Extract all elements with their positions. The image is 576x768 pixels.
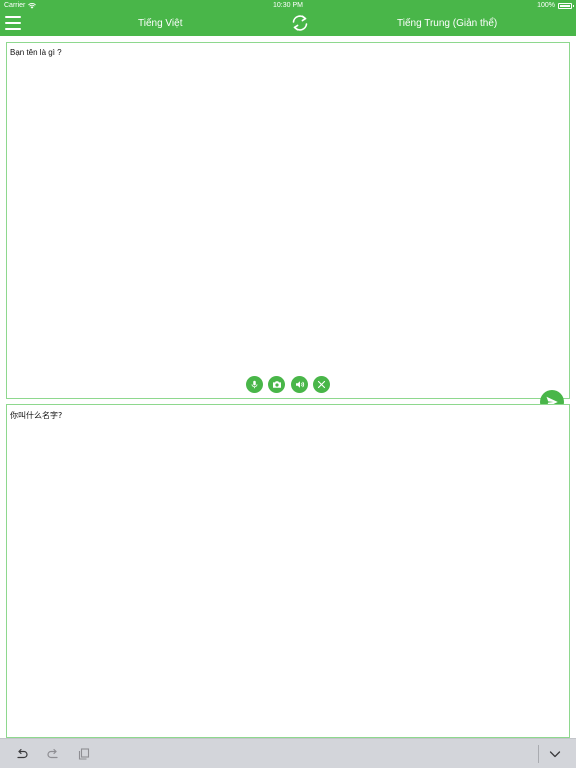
battery-group: 100% [537,2,574,9]
battery-icon [558,2,574,9]
menu-button[interactable] [5,15,23,31]
menu-icon-line [5,16,21,18]
speaker-icon [295,381,304,388]
menu-icon-line [5,28,21,30]
battery-level [560,4,570,7]
status-bar: Carrier 10:30 PM 100% [0,0,576,11]
nav-bar: Tiếng Việt Tiếng Trung (Giản thể) [0,11,576,36]
clock: 10:30 PM [273,2,303,9]
result-text-panel: 你叫什么名字? [6,404,570,738]
microphone-button[interactable] [246,376,263,393]
chevron-down-icon [549,751,561,758]
dismiss-keyboard-button[interactable] [548,747,562,761]
microphone-icon [251,380,258,389]
source-text-input[interactable] [10,48,560,57]
undo-icon [17,748,28,759]
translated-text: 你叫什么名字? [10,411,63,420]
source-language-button[interactable]: Tiếng Việt [138,18,182,29]
battery-percent: 100% [537,2,555,9]
undo-button[interactable] [15,747,29,761]
swap-languages-button[interactable] [290,13,310,33]
redo-icon [47,748,58,759]
paste-button[interactable] [77,747,91,761]
camera-icon [272,381,281,388]
speaker-button[interactable] [291,376,308,393]
redo-button[interactable] [46,747,60,761]
paste-icon [78,748,90,760]
keyboard-accessory-bar [0,738,576,768]
translator-app: Carrier 10:30 PM 100% Tiếng Việt Tiếng T… [0,0,576,768]
close-icon [317,380,326,389]
swap-icon [292,15,308,31]
menu-icon-line [5,22,21,24]
target-language-button[interactable]: Tiếng Trung (Giản thể) [397,18,497,29]
clear-button[interactable] [313,376,330,393]
camera-button[interactable] [268,376,285,393]
accessory-divider [538,745,539,763]
source-text-panel[interactable] [6,42,570,399]
